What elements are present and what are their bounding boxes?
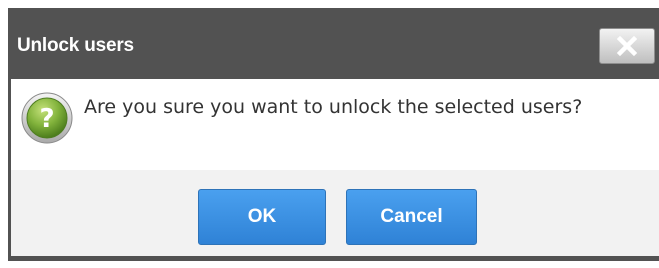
close-button[interactable] xyxy=(599,28,655,64)
dialog-message: Are you sure you want to unlock the sele… xyxy=(84,96,583,118)
dialog-titlebar: Unlock users xyxy=(8,8,659,80)
cancel-button[interactable]: Cancel xyxy=(346,189,477,245)
dialog-title: Unlock users xyxy=(17,35,134,56)
svg-text:?: ? xyxy=(39,104,54,134)
help-icon: ? xyxy=(21,92,73,144)
unlock-users-dialog: Unlock users ? Are you sure you want to … xyxy=(8,8,659,261)
ok-button[interactable]: OK xyxy=(198,189,326,245)
dialog-footer: OK Cancel xyxy=(11,170,659,256)
close-icon xyxy=(616,35,638,57)
dialog-body: ? Are you sure you want to unlock the se… xyxy=(11,79,659,170)
